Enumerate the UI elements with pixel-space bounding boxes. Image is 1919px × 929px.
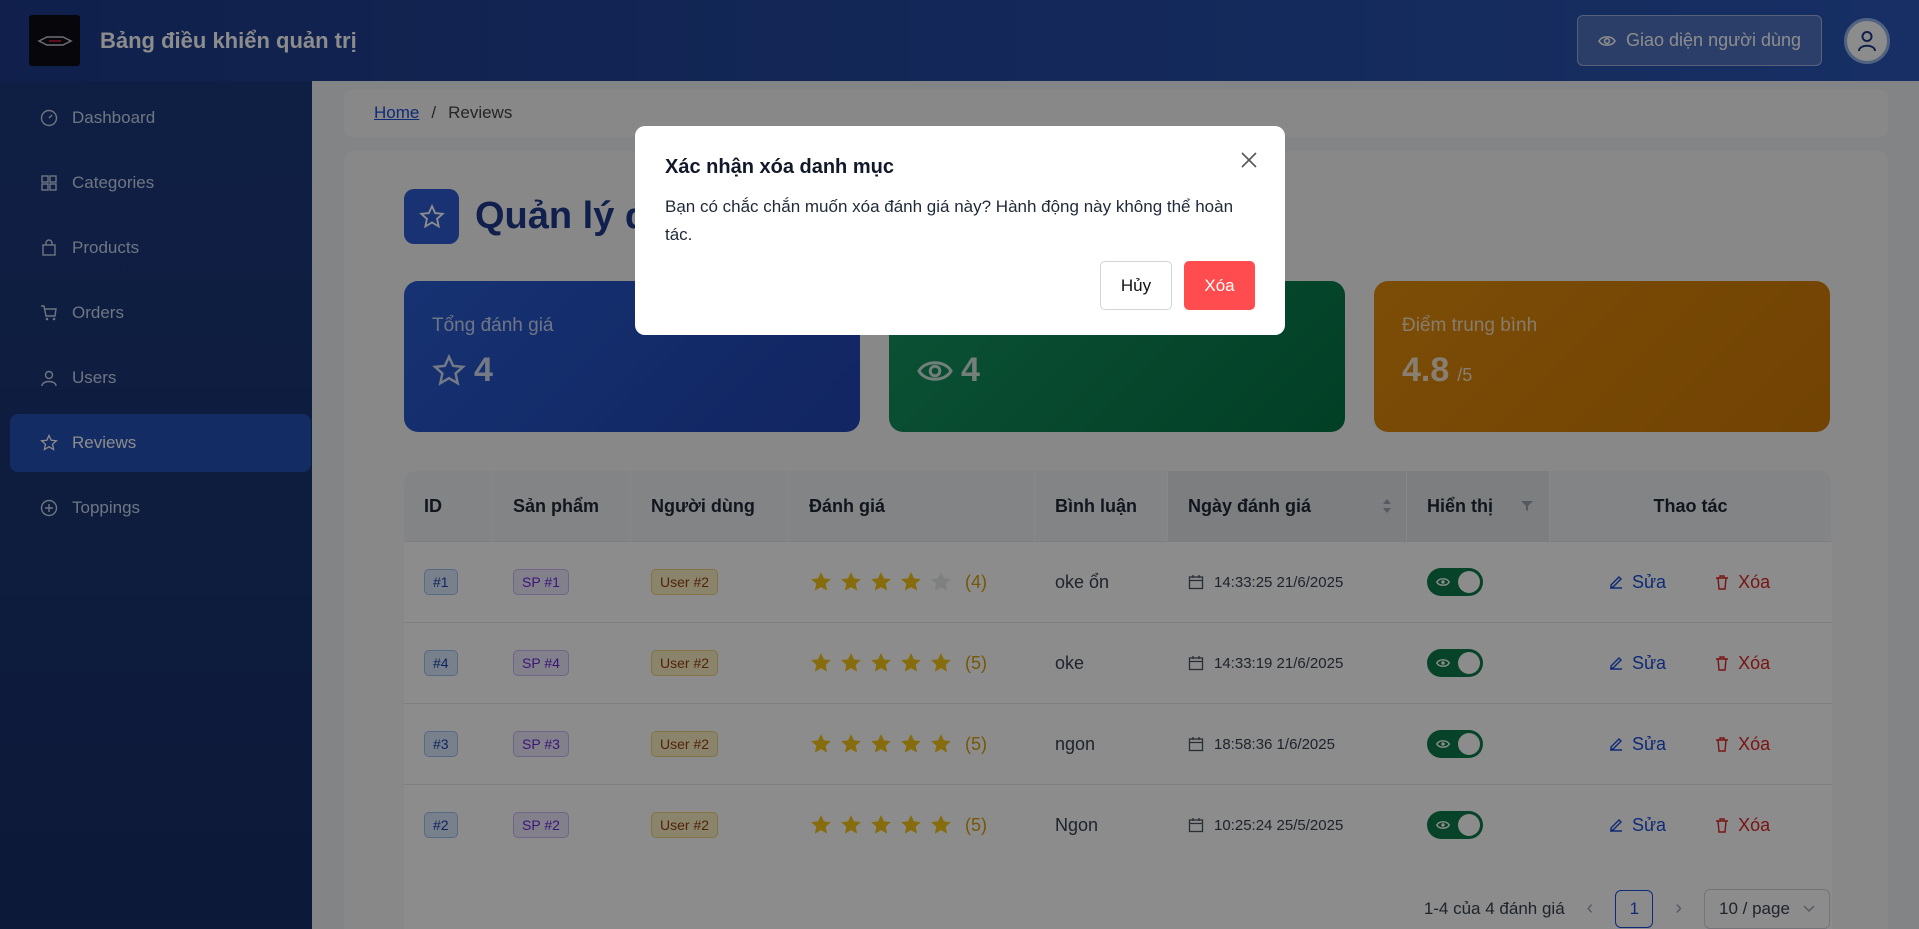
modal-title: Xác nhận xóa danh mục bbox=[665, 156, 894, 178]
cancel-button[interactable]: Hủy bbox=[1100, 261, 1172, 310]
close-icon[interactable] bbox=[1239, 150, 1259, 170]
modal-body: Bạn có chắc chắn muốn xóa đánh giá này? … bbox=[665, 197, 1234, 244]
delete-confirm-modal: Xác nhận xóa danh mục Bạn có chắc chắn m… bbox=[635, 126, 1285, 335]
confirm-delete-button[interactable]: Xóa bbox=[1184, 261, 1255, 310]
